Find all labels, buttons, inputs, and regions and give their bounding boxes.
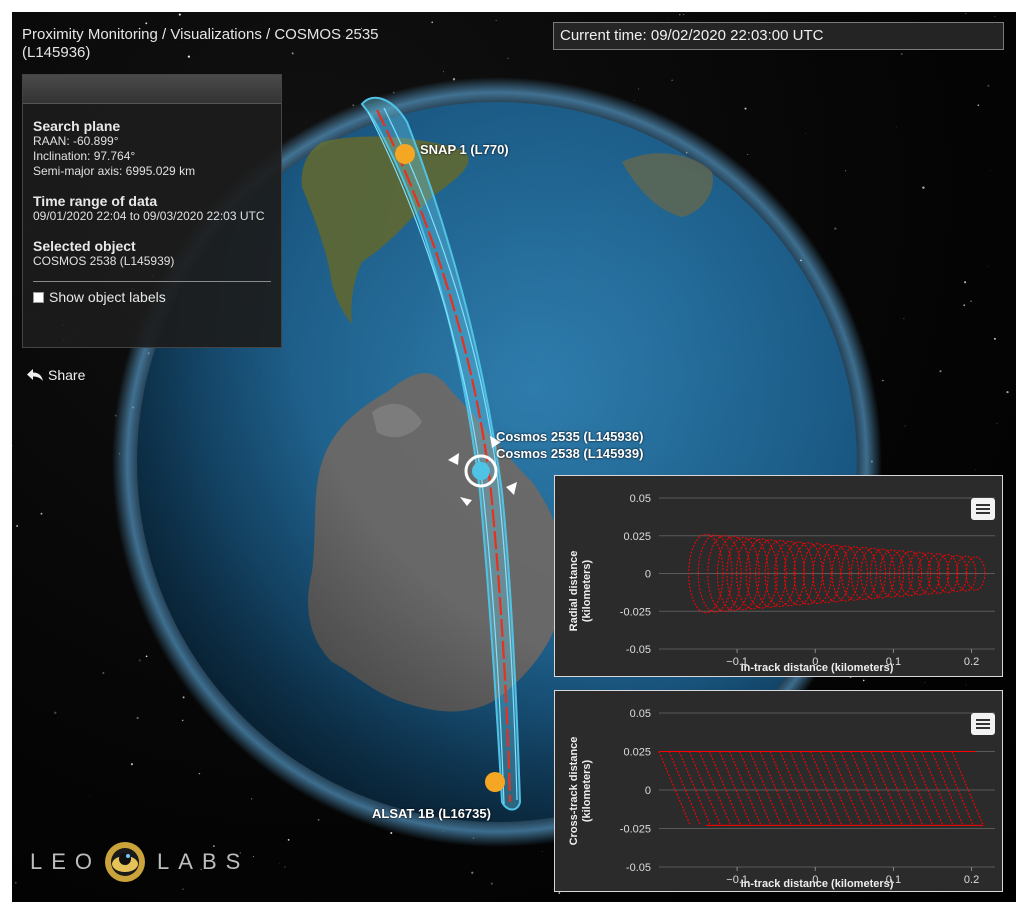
logo-word-left: LEO: [30, 849, 102, 874]
label-snap: SNAP 1 (L770): [420, 142, 509, 157]
chart2-ylabel-line1: Cross-track distance: [568, 737, 580, 846]
x-tick-label: 0: [812, 874, 818, 886]
x-tick-label: 0.2: [964, 656, 979, 668]
series-streak: [779, 751, 813, 826]
leolabs-logo: LEO LABS: [30, 840, 249, 884]
y-tick-label: 0: [645, 569, 651, 581]
series-streak: [840, 751, 873, 826]
chart2-ylabel-line2: (kilometers): [581, 759, 593, 822]
time-range-section: Time range of data 09/01/2020 22:04 to 0…: [23, 193, 281, 224]
crosstrack-chart-panel[interactable]: Cross-track distance(kilometers) In-trac…: [554, 690, 1003, 892]
chart2-ylabel: Cross-track distance(kilometers): [568, 737, 593, 846]
search-plane-section: Search plane RAAN: -60.899° Inclination:…: [23, 118, 281, 179]
semi-major-axis-value: Semi-major axis: 6995.029 km: [33, 164, 196, 178]
label-cosmos-2538: Cosmos 2538 (L145939): [496, 446, 644, 461]
series-streak: [799, 751, 833, 826]
series-streak: [658, 751, 691, 826]
chart1-menu-button[interactable]: [971, 498, 995, 520]
series-streak: [759, 751, 792, 826]
y-tick-label: -0.025: [620, 824, 651, 836]
selected-object-title: Selected object: [33, 238, 136, 254]
series-streak: [668, 751, 701, 826]
panel-header-bar[interactable]: [23, 75, 281, 104]
series-streak: [688, 751, 722, 826]
x-tick-label: −0.1: [726, 656, 748, 668]
radial-chart-panel[interactable]: Radial distance(kilometers) In-track dis…: [554, 475, 1003, 677]
y-tick-label: -0.05: [626, 862, 651, 874]
chart2-menu-button[interactable]: [971, 713, 995, 735]
series-streak: [890, 751, 924, 826]
share-label: Share: [48, 367, 86, 383]
chart1-ylabel-line1: Radial distance: [568, 551, 580, 632]
series-streak: [739, 751, 772, 826]
x-tick-label: 0.1: [886, 656, 901, 668]
time-range-title: Time range of data: [33, 193, 158, 209]
logo-word-right: LABS: [157, 849, 250, 874]
selected-object-value: COSMOS 2538 (L145939): [33, 254, 175, 268]
x-tick-label: −0.1: [726, 874, 748, 886]
series-streak: [860, 751, 893, 826]
series-streak: [709, 751, 742, 826]
current-time-display: Current time: 09/02/2020 22:03:00 UTC: [553, 22, 1004, 50]
show-labels-label: Show object labels: [49, 289, 166, 305]
search-plane-title: Search plane: [33, 118, 121, 134]
series-streak: [931, 751, 964, 826]
x-tick-label: 0.1: [886, 874, 901, 886]
raan-value: RAAN: -60.899°: [33, 134, 119, 148]
series-streak: [810, 751, 843, 826]
satellite-alsat-marker[interactable]: [485, 772, 505, 792]
satellite-snap-marker[interactable]: [395, 144, 415, 164]
y-tick-label: 0.025: [623, 747, 651, 759]
time-range-value: 09/01/2020 22:04 to 09/03/2020 22:03 UTC: [33, 209, 265, 223]
y-tick-label: -0.025: [620, 606, 651, 618]
x-tick-label: 0.2: [964, 874, 979, 886]
y-tick-label: 0.05: [630, 493, 651, 505]
series-streak: [749, 751, 782, 826]
series-streak: [911, 751, 944, 826]
series-streak: [678, 751, 711, 826]
y-tick-label: -0.05: [626, 644, 651, 656]
series-streak: [729, 751, 762, 826]
label-alsat: ALSAT 1B (L16735): [372, 806, 491, 821]
series-streak: [921, 751, 954, 826]
globe-viewport[interactable]: Proximity Monitoring / Visualizations / …: [12, 12, 1016, 902]
series-streak: [941, 751, 974, 826]
chart1-ylabel-line2: (kilometers): [581, 559, 593, 622]
info-panel: Search plane RAAN: -60.899° Inclination:…: [22, 74, 282, 348]
logo-eye-icon: [105, 842, 146, 882]
share-arrow-icon: [27, 369, 43, 381]
checkbox-box[interactable]: [33, 291, 44, 303]
y-tick-label: 0.05: [630, 708, 651, 720]
x-tick-label: 0: [812, 656, 818, 668]
series-streak: [698, 751, 732, 826]
inclination-value: Inclination: 97.764°: [33, 149, 136, 163]
radial-chart[interactable]: Radial distance(kilometers) In-track dis…: [555, 476, 1004, 678]
series-streak: [830, 751, 863, 826]
series-streak: [789, 751, 823, 826]
show-labels-checkbox[interactable]: Show object labels: [23, 282, 281, 305]
series-streak: [870, 751, 903, 826]
series-streak: [850, 751, 883, 826]
series-streak: [880, 751, 914, 826]
breadcrumb: Proximity Monitoring / Visualizations / …: [22, 26, 379, 61]
crosstrack-chart[interactable]: Cross-track distance(kilometers) In-trac…: [555, 691, 1004, 893]
share-button[interactable]: Share: [26, 367, 85, 383]
label-cosmos-2535: Cosmos 2535 (L145936): [496, 429, 644, 444]
series-streak: [900, 751, 934, 826]
series-streak: [719, 751, 752, 826]
y-tick-label: 0.025: [623, 531, 651, 543]
selected-object-section: Selected object COSMOS 2538 (L145939): [23, 238, 281, 269]
y-tick-label: 0: [645, 785, 651, 797]
series-streak: [769, 751, 802, 826]
chart1-ylabel: Radial distance(kilometers): [568, 551, 593, 632]
series-streak: [951, 751, 984, 826]
series-streak: [820, 751, 853, 826]
